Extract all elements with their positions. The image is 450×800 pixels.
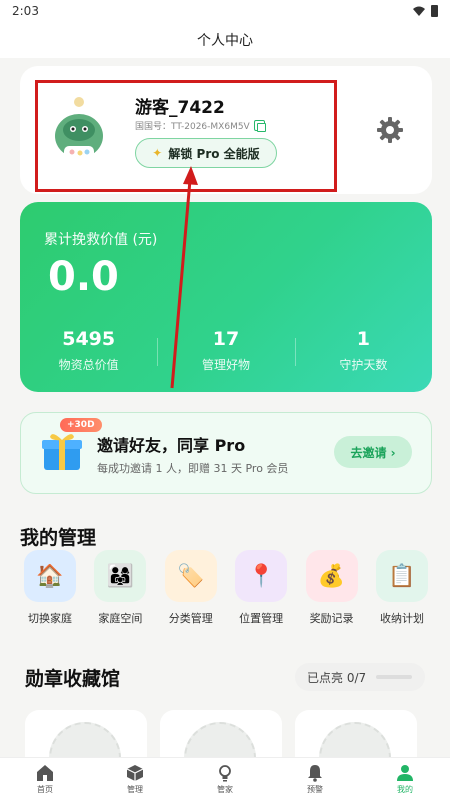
home-icon (37, 764, 53, 781)
stats-value: 0.0 (48, 254, 119, 300)
bulb-icon (219, 764, 231, 781)
stats-title: 累计挽救价值 (元) (44, 232, 158, 248)
family-icon: 👨‍👩‍👧 (94, 550, 147, 602)
stat-guard-days: 1 守护天数 (294, 328, 432, 373)
stats-card: 累计挽救价值 (元) 0.0 5495 物资总价值 17 管理好物 1 守护天数 (20, 202, 432, 392)
stat-label: 管理好物 (201, 358, 250, 372)
stats-columns: 5495 物资总价值 17 管理好物 1 守护天数 (20, 328, 432, 373)
stat-value: 5495 (62, 328, 116, 350)
medals-progress-bar (376, 675, 413, 679)
management-item-rewards[interactable]: 💰 奖励记录 (304, 550, 360, 626)
nav-label: 我的 (397, 784, 413, 794)
management-item-label: 位置管理 (239, 612, 284, 625)
management-item-storage-plan[interactable]: 📋 收纳计划 (374, 550, 430, 626)
stat-managed-items: 17 管理好物 (157, 328, 294, 373)
management-item-label: 家庭空间 (98, 612, 143, 625)
nav-label: 首页 (37, 784, 53, 794)
gift-icon (42, 434, 82, 470)
stat-total-value: 5495 物资总价值 (20, 328, 157, 373)
nav-item-butler[interactable]: 管家 (180, 758, 270, 800)
management-item-family-space[interactable]: 👨‍👩‍👧 家庭空间 (92, 550, 148, 626)
money-bag-icon: 💰 (305, 550, 358, 602)
invite-button[interactable]: 去邀请 › (334, 436, 412, 468)
stat-label: 物资总价值 (58, 358, 119, 372)
management-item-label: 收纳计划 (379, 612, 424, 625)
box-icon (126, 764, 144, 781)
nav-item-manage[interactable]: 管理 (90, 758, 180, 800)
medals-progress-pill[interactable]: 已点亮 0/7 (295, 663, 425, 691)
stat-value: 17 (212, 328, 240, 350)
invite-title: 邀请好友，同享 Pro (97, 436, 246, 455)
nav-label: 预警 (307, 784, 323, 794)
status-bar: 2:03 (0, 0, 450, 22)
tag-icon: 🏷️ (164, 550, 217, 602)
invite-subtitle: 每成功邀请 1 人，即赠 31 天 Pro 会员 (97, 462, 289, 475)
management-grid: 🏠 切换家庭 👨‍👩‍👧 家庭空间 🏷️ 分类管理 📍 位置管理 💰 奖励记录 … (22, 550, 430, 626)
management-item-label: 切换家庭 (28, 612, 72, 625)
stat-label: 守护天数 (339, 358, 388, 372)
nav-item-alerts[interactable]: 预警 (270, 758, 360, 800)
nav-label: 管理 (127, 784, 143, 794)
bell-icon (308, 764, 322, 782)
wifi-icon (413, 6, 425, 16)
management-item-locations[interactable]: 📍 位置管理 (233, 550, 289, 626)
management-item-label: 分类管理 (168, 612, 213, 625)
annotation-highlight-box (35, 80, 337, 192)
clipboard-icon: 📋 (375, 550, 428, 602)
nav-item-me[interactable]: 我的 (360, 758, 450, 800)
bottom-nav: 首页 管理 管家 预警 我的 (0, 757, 450, 800)
clock: 2:03 (12, 4, 39, 18)
bonus-badge: +30D (60, 418, 102, 432)
management-title: 我的管理 (20, 527, 97, 549)
medals-progress: 已点亮 0/7 (307, 670, 367, 685)
medals-title: 勋章收藏馆 (25, 668, 121, 690)
stat-value: 1 (356, 328, 370, 350)
management-item-categories[interactable]: 🏷️ 分类管理 (163, 550, 219, 626)
pin-icon: 📍 (235, 550, 288, 602)
user-icon (397, 764, 413, 781)
gear-icon[interactable] (376, 116, 404, 144)
page-title: 个人中心 (197, 33, 253, 49)
battery-icon (431, 5, 438, 17)
management-item-label: 奖励记录 (309, 612, 354, 625)
status-icons (413, 5, 438, 17)
nav-label: 管家 (217, 784, 233, 794)
nav-item-home[interactable]: 首页 (0, 758, 90, 800)
management-item-switch-family[interactable]: 🏠 切换家庭 (22, 550, 78, 626)
top-bar: 个人中心 (0, 22, 450, 58)
house-icon: 🏠 (24, 550, 76, 602)
